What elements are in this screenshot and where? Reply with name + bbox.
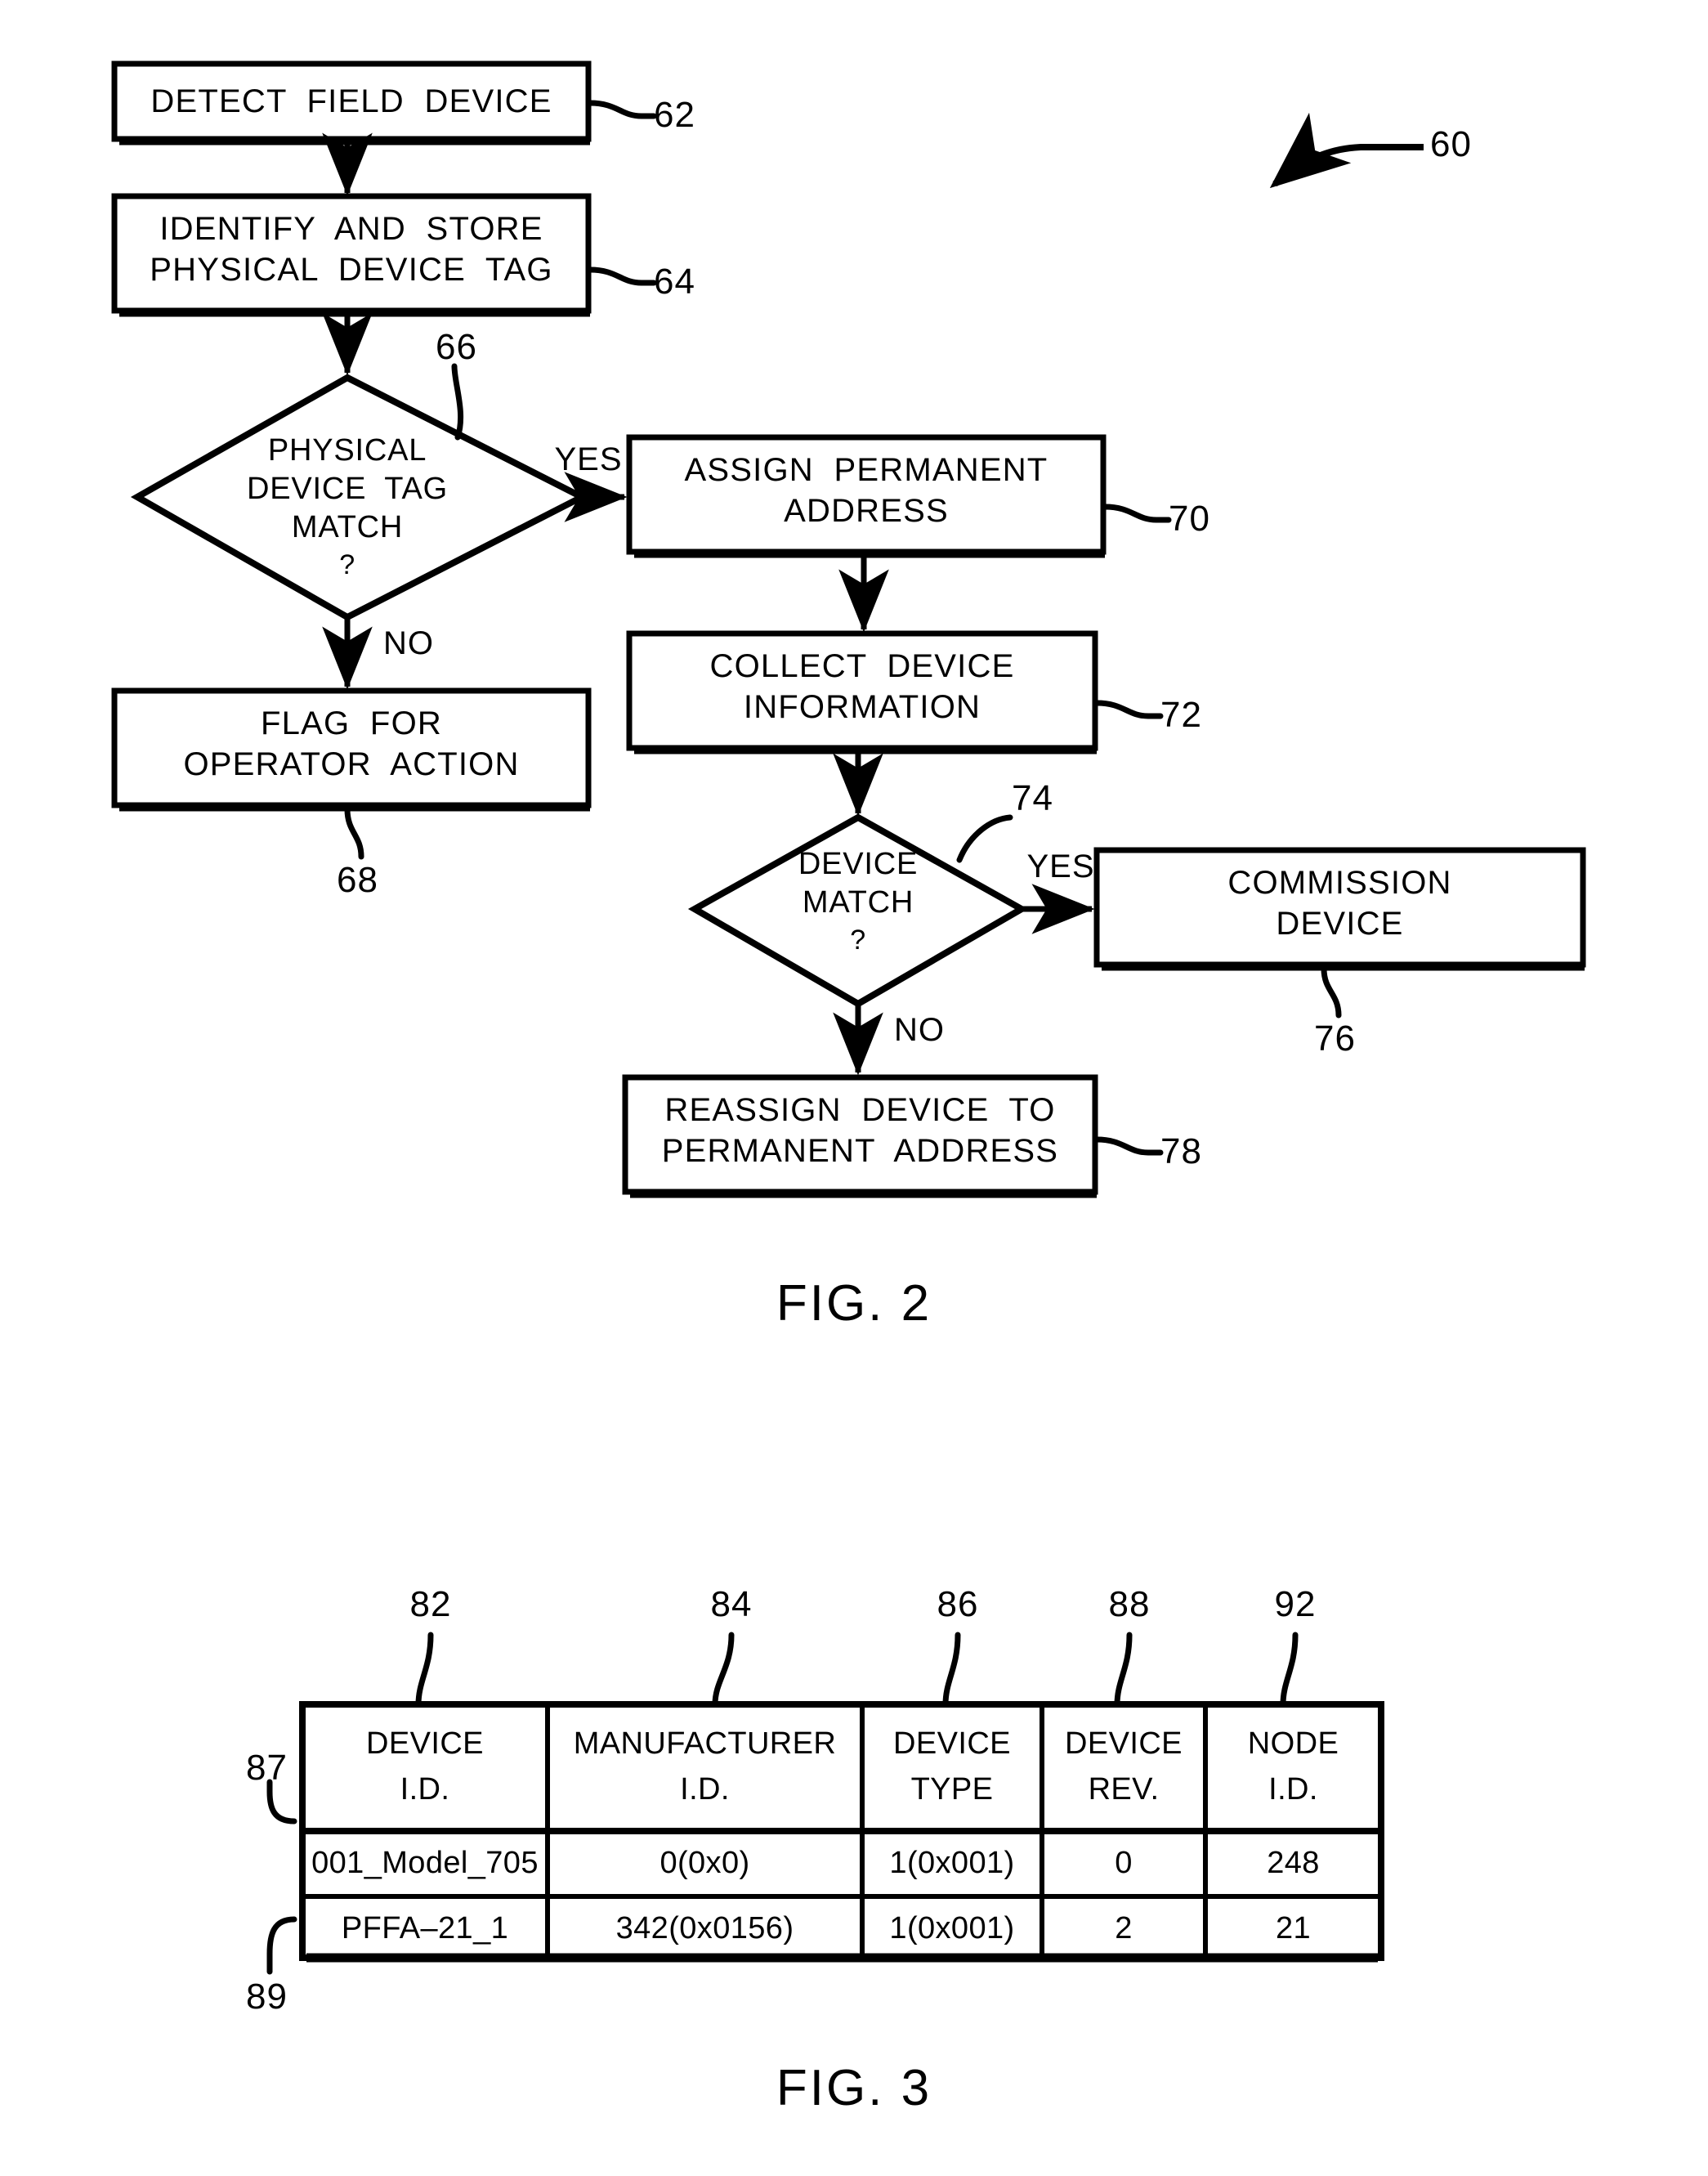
edge-label-device-match-no: NO [894,1012,945,1048]
node-label-68-line2: OPERATOR ACTION [183,746,520,782]
edge-label-device-match-yes: YES [1026,848,1095,884]
leader-70 [1102,504,1172,523]
ref-numeral-66: 66 [436,327,477,367]
leader-84 [712,1632,735,1708]
leader-86 [942,1632,961,1708]
leader-72 [1093,700,1164,719]
leader-78 [1093,1136,1164,1156]
ref-numeral-82: 82 [409,1584,452,1624]
ref-numeral-88: 88 [1108,1584,1151,1624]
ref-numeral-76: 76 [1314,1019,1356,1059]
node-label-72-line1: COLLECT DEVICE [709,648,1015,684]
table-header-device-rev-line2: REV. [1088,1772,1160,1807]
ref-numeral-72: 72 [1160,695,1202,735]
node-label-74-line1: DEVICE [798,847,919,881]
leader-76 [1321,965,1342,1019]
table-cell-r2-device-id: PFFA–21_1 [341,1911,509,1945]
leader-64 [587,266,657,286]
figure-3-caption: FIG. 3 [776,2060,932,2116]
overall-ref-60-arrow [1269,112,1424,189]
node-label-64-line1: IDENTIFY AND STORE [159,211,543,247]
table-header-device-rev-line1: DEVICE [1065,1726,1183,1761]
table-header-manufacturer-id-line2: I.D. [680,1772,730,1807]
ref-numeral-70: 70 [1169,499,1210,539]
ref-numeral-74: 74 [1012,778,1053,818]
node-label-66-line2: DEVICE TAG [246,472,448,506]
table-header-device-id-line1: DEVICE [366,1726,484,1761]
table-header-device-id-line2: I.D. [400,1772,450,1807]
ref-numeral-68: 68 [337,860,378,900]
leader-88 [1114,1632,1133,1708]
table-cell-r1-node-id: 248 [1267,1846,1320,1880]
ref-numeral-62: 62 [654,95,695,135]
ref-numeral-89: 89 [246,1977,288,2017]
table-header-device-type-line1: DEVICE [893,1726,1011,1761]
table-cell-r1-device-rev: 0 [1115,1846,1133,1880]
node-label-72-line2: INFORMATION [743,689,981,725]
ref-numeral-78: 78 [1160,1131,1202,1171]
leader-89 [266,1916,297,1975]
figure-2-caption: FIG. 2 [776,1275,932,1332]
ref-numeral-86: 86 [937,1584,979,1624]
ref-numeral-87: 87 [246,1748,288,1788]
table-cell-r1-device-type: 1(0x001) [889,1846,1015,1880]
leader-66 [451,363,464,441]
ref-numeral-92: 92 [1274,1584,1317,1624]
table-header-node-id-line1: NODE [1247,1726,1339,1761]
node-label-74-question: ? [850,925,866,956]
node-label-66-line3: MATCH [291,510,404,544]
leader-62 [587,100,657,119]
patent-drawing-sheet: DETECT FIELD DEVICE IDENTIFY AND STORE P… [0,0,1708,2176]
node-label-70-line1: ASSIGN PERMANENT [684,452,1048,488]
table-header-device-type-line2: TYPE [910,1772,994,1807]
table-cell-r2-manufacturer-id: 342(0x0156) [615,1911,794,1945]
ref-numeral-84: 84 [710,1584,753,1624]
edge-label-tag-match-yes: YES [554,441,623,477]
node-label-74-line2: MATCH [802,885,914,920]
table-cell-r2-node-id: 21 [1275,1911,1312,1945]
ref-numeral-64: 64 [654,262,695,302]
node-label-76-line2: DEVICE [1276,906,1404,942]
table-header-manufacturer-id-line1: MANUFACTURER [573,1726,837,1761]
edge-label-tag-match-no: NO [383,625,434,661]
leader-92 [1280,1632,1299,1708]
table-cell-r1-manufacturer-id: 0(0x0) [660,1846,750,1880]
leader-82 [415,1632,434,1708]
node-label-78-line2: PERMANENT ADDRESS [661,1133,1059,1169]
node-label-66-line1: PHYSICAL [267,433,427,468]
table-header-node-id-line2: I.D. [1268,1772,1318,1807]
node-label-64-line2: PHYSICAL DEVICE TAG [150,252,553,288]
node-label-70-line2: ADDRESS [784,493,949,529]
table-cell-r2-device-rev: 2 [1115,1911,1133,1945]
ref-numeral-60: 60 [1430,124,1472,164]
node-label-66-question: ? [339,549,355,580]
table-cell-r2-device-type: 1(0x001) [889,1911,1015,1945]
node-label-76-line1: COMMISSION [1227,865,1452,901]
node-label-62: DETECT FIELD DEVICE [150,83,552,119]
node-label-68-line1: FLAG FOR [261,705,442,741]
node-label-78-line1: REASSIGN DEVICE TO [664,1092,1056,1128]
leader-68 [344,806,364,860]
table-cell-r1-device-id: 001_Model_705 [311,1846,539,1880]
